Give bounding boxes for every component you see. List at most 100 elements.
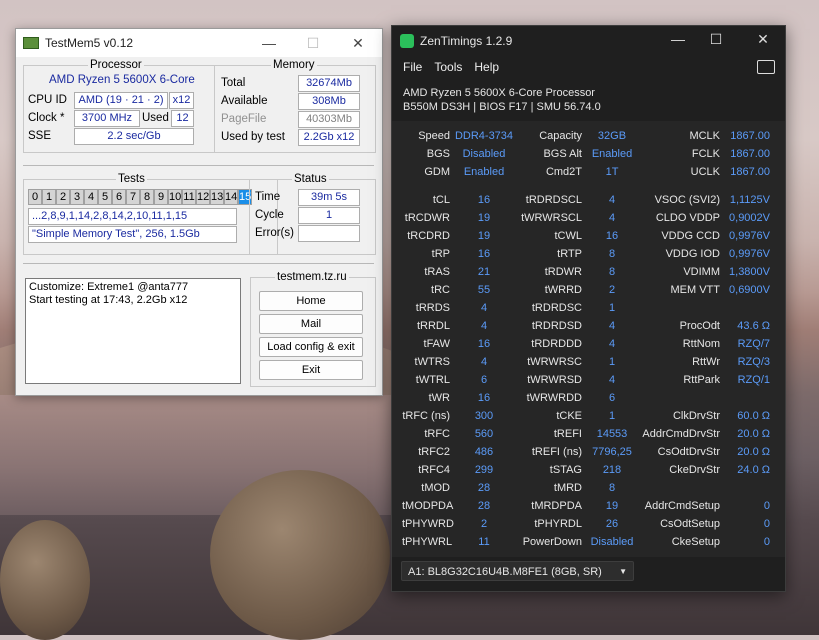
timing-label: tRDRDSCL bbox=[525, 194, 582, 206]
timing-label: tRRDS bbox=[415, 302, 450, 314]
timing-label: tMODPDA bbox=[402, 500, 454, 512]
log-textarea[interactable]: Customize: Extreme1 @anta777 Start testi… bbox=[25, 278, 241, 384]
timing-label: MEM VTT bbox=[670, 284, 721, 296]
timing-label: CsOdtSetup bbox=[660, 518, 720, 530]
test-cell: 3 bbox=[70, 189, 84, 205]
timing-label: tCWL bbox=[554, 230, 583, 242]
memory-title: Memory bbox=[271, 59, 317, 71]
timing-label: CkeDrvStr bbox=[669, 464, 720, 476]
minimize-button[interactable]: — bbox=[254, 33, 284, 53]
used-value: 12 bbox=[171, 110, 194, 127]
usedby-value: 2.2Gb x12 bbox=[298, 129, 360, 146]
timing-label: tWRWRSCL bbox=[521, 212, 582, 224]
testmem-window[interactable]: TestMem5 v0.12 — ☐ ✕ Processor AMD Ryzen… bbox=[15, 28, 383, 396]
zentimings-logo-icon bbox=[400, 34, 414, 48]
tests-title: Tests bbox=[116, 173, 147, 185]
timing-value: 26 bbox=[605, 518, 619, 530]
cpu-id-label: CPU ID bbox=[28, 94, 67, 106]
timing-label: BGS Alt bbox=[543, 148, 582, 160]
exit-button[interactable]: Exit bbox=[259, 360, 363, 380]
menu-bar: File Tools Help bbox=[403, 60, 499, 74]
test-cell: 1 bbox=[42, 189, 56, 205]
timing-value: 4 bbox=[608, 374, 616, 386]
menu-tools[interactable]: Tools bbox=[434, 60, 462, 74]
menu-file[interactable]: File bbox=[403, 60, 422, 74]
close-button[interactable]: ✕ bbox=[343, 33, 373, 53]
clock-label: Clock * bbox=[28, 112, 65, 124]
separator bbox=[23, 165, 374, 166]
timing-value: RZQ/1 bbox=[737, 374, 770, 386]
dimm-select[interactable]: A1: BL8G32C16U4B.M8FE1 (8GB, SR) ▼ bbox=[401, 561, 634, 581]
timing-label: tFAW bbox=[423, 338, 450, 350]
timing-label: MCLK bbox=[689, 130, 720, 142]
timing-value: 32GB bbox=[597, 130, 627, 142]
timing-label: UCLK bbox=[690, 166, 720, 178]
status-title: Status bbox=[292, 173, 329, 185]
timing-value: 1 bbox=[608, 356, 616, 368]
timing-value: RZQ/7 bbox=[737, 338, 770, 350]
close-button[interactable]: ✕ bbox=[749, 31, 777, 48]
timing-value: 14553 bbox=[596, 428, 628, 440]
processor-title: Processor bbox=[88, 59, 144, 71]
home-button[interactable]: Home bbox=[259, 291, 363, 311]
screenshot-camera-icon[interactable] bbox=[757, 60, 775, 74]
timing-value: 8 bbox=[608, 482, 616, 494]
errors-label: Error(s) bbox=[255, 227, 294, 239]
timing-label: BGS bbox=[426, 148, 450, 160]
pagefile-value: 40303Mb bbox=[298, 111, 360, 128]
test-cell: 7 bbox=[126, 189, 140, 205]
testmem-titlebar[interactable]: TestMem5 v0.12 — ☐ ✕ bbox=[16, 29, 382, 57]
timing-value: 43.6 Ω bbox=[737, 320, 770, 332]
timing-value: 1 bbox=[608, 410, 616, 422]
test-cell: 12 bbox=[196, 189, 210, 205]
cycle-label: Cycle bbox=[255, 209, 284, 221]
test-indicator-row: 0 1 2 3 4 5 6 7 8 9 10 11 12 13 14 15 bbox=[28, 189, 252, 205]
timing-value: 20.0 Ω bbox=[737, 446, 770, 458]
timing-label: VSOC (SVI2) bbox=[654, 194, 720, 206]
time-label: Time bbox=[255, 191, 281, 203]
timing-label: tREFI (ns) bbox=[531, 446, 582, 458]
separator bbox=[23, 263, 374, 264]
menu-help[interactable]: Help bbox=[474, 60, 499, 74]
timing-label: VDDG IOD bbox=[665, 248, 720, 260]
clock-value: 3700 MHz bbox=[74, 110, 140, 127]
timing-value: 0 bbox=[763, 536, 770, 548]
timing-label: tWRWRDD bbox=[526, 392, 582, 404]
timing-label: tRFC2 bbox=[418, 446, 450, 458]
zentimings-titlebar[interactable]: ZenTimings 1.2.9 — ☐ ✕ bbox=[392, 26, 785, 56]
maximize-button[interactable]: ☐ bbox=[298, 33, 328, 53]
timing-value: 1867.00 bbox=[730, 130, 770, 142]
dimm-selected: A1: BL8G32C16U4B.M8FE1 (8GB, SR) bbox=[408, 566, 602, 578]
test-cell: 8 bbox=[140, 189, 154, 205]
maximize-button[interactable]: ☐ bbox=[702, 31, 730, 48]
timing-label: GDM bbox=[424, 166, 450, 178]
timing-value: 0 bbox=[763, 500, 770, 512]
timing-label: VDDG CCD bbox=[661, 230, 720, 242]
processor-name: AMD Ryzen 5 5600X 6-Core bbox=[49, 74, 195, 86]
timing-label: ClkDrvStr bbox=[672, 410, 720, 422]
cycle-value: 1 bbox=[298, 207, 360, 224]
timing-label: Capacity bbox=[539, 130, 582, 142]
timing-value: 218 bbox=[602, 464, 622, 476]
zentimings-window[interactable]: ZenTimings 1.2.9 — ☐ ✕ File Tools Help A… bbox=[391, 25, 786, 592]
timing-label: AddrCmdDrvStr bbox=[642, 428, 720, 440]
timing-value: 4 bbox=[608, 212, 616, 224]
timing-value: Disabled bbox=[590, 536, 634, 548]
timing-label: RttWr bbox=[692, 356, 720, 368]
timing-value: 20.0 Ω bbox=[737, 428, 770, 440]
minimize-button[interactable]: — bbox=[664, 31, 692, 47]
timing-label: tRRDL bbox=[416, 320, 450, 332]
timing-label: tWRWRSD bbox=[527, 374, 582, 386]
timing-value: 1,3800V bbox=[729, 266, 770, 278]
timing-label: CsOdtDrvStr bbox=[657, 446, 720, 458]
timing-value: 1 bbox=[608, 302, 616, 314]
load-config-button[interactable]: Load config & exit bbox=[259, 337, 363, 357]
chevron-down-icon: ▼ bbox=[619, 567, 627, 576]
timing-value: Enabled bbox=[591, 148, 633, 160]
mail-button[interactable]: Mail bbox=[259, 314, 363, 334]
test-cell: 2 bbox=[56, 189, 70, 205]
pagefile-label: PageFile bbox=[221, 113, 267, 125]
timing-label: tPHYWRL bbox=[402, 536, 453, 548]
timing-value: 0 bbox=[763, 518, 770, 530]
timing-label: VDIMM bbox=[683, 266, 720, 278]
